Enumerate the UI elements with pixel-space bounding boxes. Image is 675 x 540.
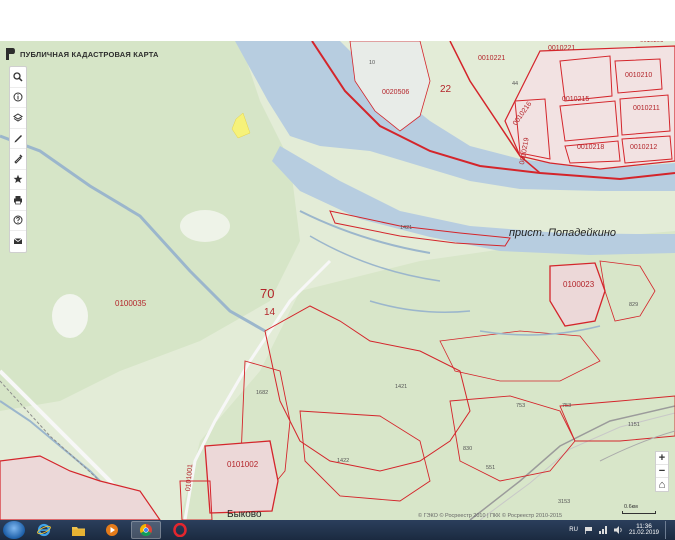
explorer-icon — [71, 526, 85, 536]
parcel-number: 830 — [463, 446, 473, 452]
clock[interactable]: 11:36 21.02.2019 — [629, 523, 659, 537]
app-header: ПУБЛИЧНАЯ КАДАСТРОВАЯ КАРТА — [6, 46, 159, 62]
cadastral-number: 0010210 — [625, 72, 653, 79]
system-tray: RU 11:36 21.02.2019 — [569, 521, 671, 539]
taskbar-ie[interactable] — [29, 521, 59, 539]
layers-button[interactable] — [10, 108, 26, 129]
search-button[interactable] — [10, 67, 26, 88]
favorites-button[interactable] — [10, 170, 26, 190]
app-title: ПУБЛИЧНАЯ КАДАСТРОВАЯ КАРТА — [20, 49, 159, 59]
start-button[interactable] — [3, 521, 25, 539]
help-button[interactable] — [10, 211, 26, 231]
block-number-70: 70 — [260, 286, 275, 301]
measure-button[interactable] — [10, 149, 26, 170]
parcel-number: 1421 — [395, 384, 408, 390]
draw-button[interactable] — [10, 129, 26, 149]
cadastral-number: 0020506 — [382, 89, 410, 96]
top-blank-area — [0, 0, 675, 41]
cadastral-number: 0100035 — [115, 299, 147, 308]
clock-date: 21.02.2019 — [628, 530, 659, 536]
cadastral-number: 0010218 — [577, 144, 605, 151]
info-icon — [13, 92, 23, 102]
windows-taskbar: RU 11:36 21.02.2019 — [0, 520, 675, 540]
taskbar-opera[interactable] — [165, 521, 195, 539]
pencil-icon — [14, 135, 22, 143]
scale-bar — [622, 511, 656, 514]
home-button[interactable]: ⌂ — [656, 478, 668, 491]
parcel-number: 44 — [512, 81, 519, 87]
cadastral-number: 0101002 — [227, 460, 259, 469]
volume-icon[interactable] — [613, 526, 623, 534]
cadastral-number: 0100023 — [563, 280, 595, 289]
cadastral-number: 0010212 — [630, 144, 658, 151]
zoom-out-button[interactable]: − — [656, 465, 668, 478]
help-icon — [13, 215, 23, 225]
parcel-number: 753 — [562, 403, 572, 409]
parcel-number: 3153 — [558, 499, 571, 505]
copyright-text: © ГЭКО © Росреестр 2010 | ПКК © Росреест… — [418, 513, 563, 519]
print-icon — [14, 195, 22, 205]
flag-icon[interactable] — [584, 526, 593, 534]
village-label: Быково — [227, 509, 262, 520]
cadastral-number: 0010221 — [478, 55, 506, 62]
rosreestr-logo-icon — [6, 48, 15, 60]
zoom-control: + − ⌂ — [655, 451, 669, 492]
parcel-number: 753 — [516, 403, 526, 409]
taskbar-chrome[interactable] — [131, 521, 161, 539]
search-icon — [13, 72, 23, 82]
taskbar-media-player[interactable] — [97, 521, 127, 539]
map-toolbar — [9, 66, 27, 253]
show-desktop-button[interactable] — [665, 521, 671, 539]
cadastral-number: 0010215 — [562, 96, 590, 103]
info-button[interactable] — [10, 88, 26, 108]
layers-icon — [13, 113, 23, 122]
block-number-22: 22 — [440, 84, 452, 95]
taskbar-explorer[interactable] — [63, 521, 93, 539]
parcel-number: 1422 — [337, 458, 350, 464]
opera-icon — [173, 523, 187, 537]
cadastral-number: 0010221 — [548, 45, 576, 52]
clock-time: 11:36 — [636, 523, 652, 530]
chrome-icon — [139, 524, 152, 537]
feedback-button[interactable] — [10, 231, 26, 252]
parcel-number: 10 — [369, 60, 376, 66]
block-number-14: 14 — [264, 307, 276, 318]
parcel-number: 551 — [486, 465, 496, 471]
print-button[interactable] — [10, 190, 26, 211]
star-icon — [13, 175, 23, 184]
scale-label: 0.6км — [624, 504, 638, 510]
parcel-number: 1421 — [400, 225, 413, 231]
media-player-icon — [106, 524, 118, 536]
network-icon[interactable] — [598, 526, 608, 534]
parcel-number: 829 — [629, 302, 639, 308]
cadastral-number: 0010206 — [640, 41, 664, 44]
parcel-number: 1682 — [256, 390, 269, 396]
zoom-in-button[interactable]: + — [656, 452, 668, 465]
parcel-number: 1151 — [628, 422, 640, 428]
pier-label: прист. Попадейкино — [509, 227, 616, 239]
mail-icon — [13, 238, 23, 245]
language-indicator[interactable]: RU — [569, 527, 578, 533]
cadastral-map[interactable]: прист. Попадейкино 70 14 22 Быково 01000… — [0, 41, 675, 520]
ie-icon — [37, 523, 51, 537]
cadastral-number: 0010211 — [633, 105, 660, 112]
ruler-pen-icon — [14, 154, 23, 164]
